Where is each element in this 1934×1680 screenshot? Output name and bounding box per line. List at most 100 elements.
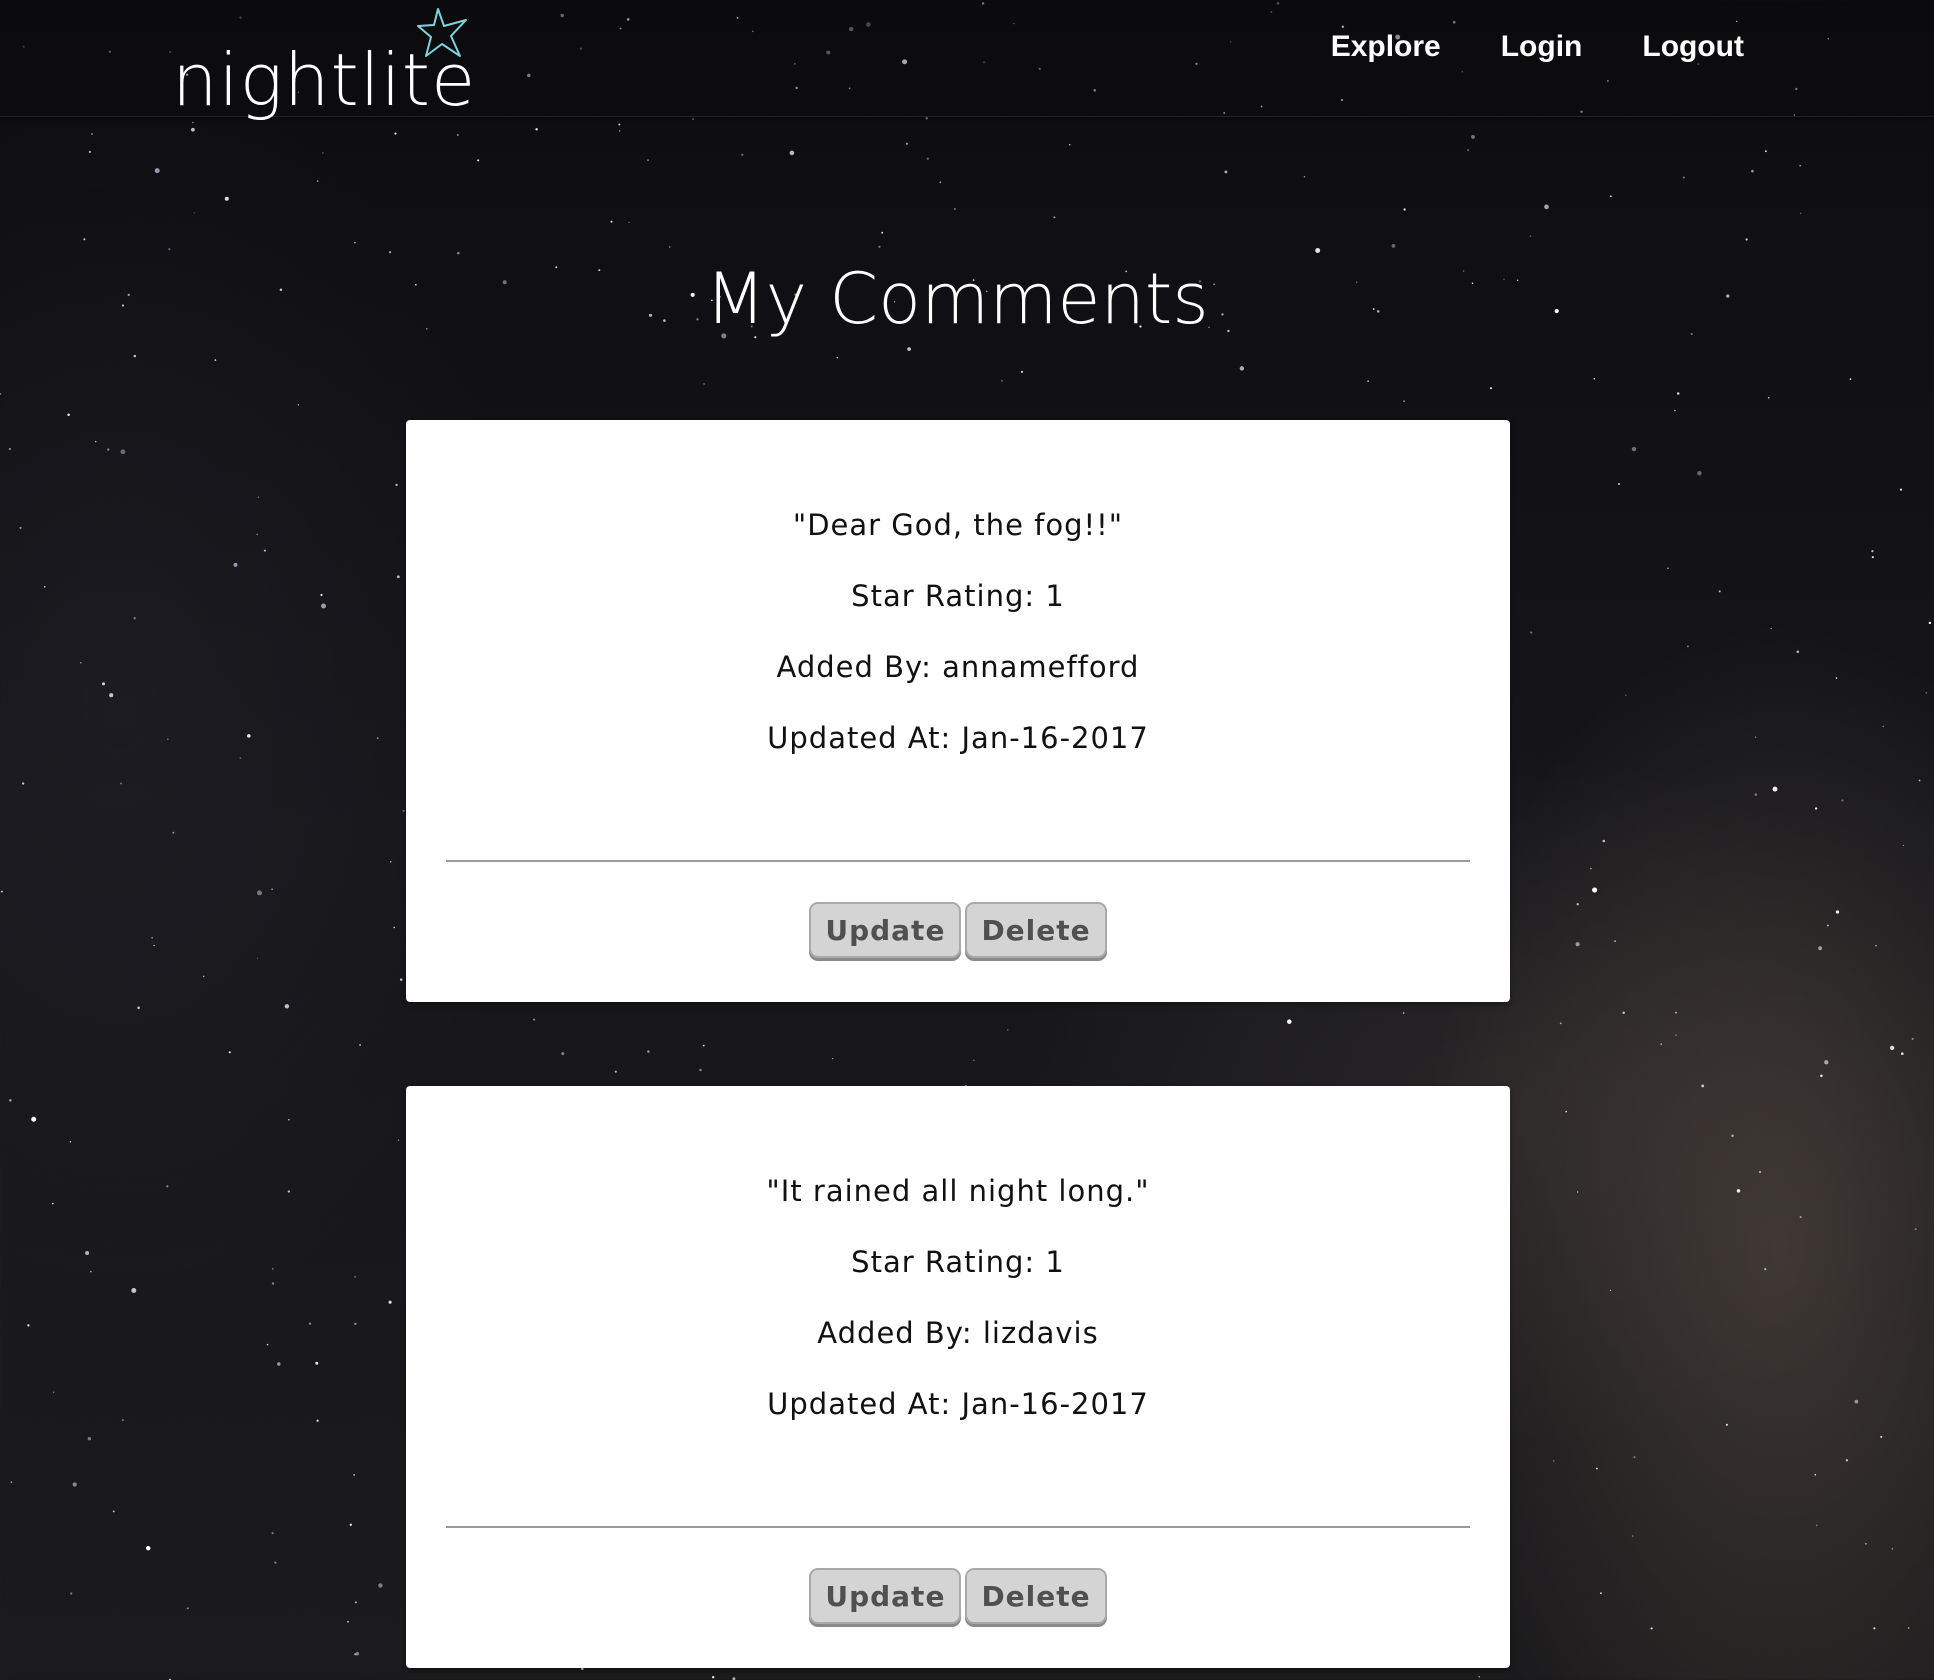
star [376,737,379,739]
page-title: My Comments [705,258,1209,340]
star [789,150,795,156]
star [43,585,46,588]
star [1599,1592,1602,1595]
star [70,1592,73,1595]
star [647,159,649,161]
star [288,1119,290,1121]
star [166,1185,169,1188]
star [354,1653,357,1656]
updated-at: Updated At: Jan-16-2017 [767,721,1149,755]
star [228,1051,231,1054]
star [145,1545,151,1551]
star [322,152,324,154]
star [354,1276,356,1278]
star [1827,924,1829,927]
star [1835,910,1840,914]
main-nav: Explore Login Logout [1331,30,1744,64]
star [315,1361,319,1365]
star [1701,1084,1705,1088]
star [741,153,744,156]
star [905,142,908,145]
star [1799,212,1802,215]
star [1530,631,1533,634]
star [1682,176,1685,179]
star [1751,169,1754,173]
star [1592,887,1598,893]
nav-logout-link[interactable]: Logout [1642,30,1744,64]
star [120,782,122,785]
star [1391,244,1396,248]
star [393,926,396,929]
star [1593,378,1596,380]
star [618,130,621,132]
star [1565,1110,1567,1113]
star [284,1004,290,1009]
star [1818,946,1823,951]
star [1891,1548,1894,1550]
star [1770,627,1772,630]
star [1899,488,1903,491]
star-rating: Star Rating: 1 [851,1245,1065,1279]
star [939,181,942,184]
star [274,1561,277,1564]
star [1602,839,1606,843]
star [1367,380,1369,382]
star [193,212,195,214]
nav-explore-link[interactable]: Explore [1331,30,1441,64]
star [19,526,22,529]
star [233,562,238,567]
nav-login-link[interactable]: Login [1501,30,1583,64]
star [320,593,323,597]
star [308,1322,312,1325]
star [8,447,11,451]
brand-logo[interactable]: nightlite [170,8,490,124]
star [394,132,397,135]
star [1882,725,1885,728]
star [1618,483,1620,485]
comment-details: "It rained all night long." Star Rating:… [406,1156,1510,1440]
star [51,1202,54,1205]
star [1745,238,1748,241]
star [80,661,82,664]
star [112,1510,115,1513]
star [349,1523,352,1526]
star [94,440,97,443]
star [1001,380,1003,382]
star [120,449,126,455]
star [1471,134,1475,139]
star [878,245,881,248]
star [457,251,460,255]
star [224,196,229,201]
star [266,1343,269,1346]
star [395,483,398,487]
star [703,383,705,385]
star [402,809,405,812]
star [1864,1542,1867,1545]
star [320,603,327,609]
delete-button[interactable]: Delete [965,902,1107,958]
star [287,1190,290,1193]
star [1553,1460,1555,1462]
star [151,936,153,939]
star [396,575,400,579]
star [0,890,3,893]
update-button[interactable]: Update [809,902,962,958]
update-button[interactable]: Update [809,1568,962,1624]
star [354,1601,357,1604]
star [1799,1216,1802,1218]
star [1871,549,1874,553]
star [101,682,106,686]
star [1824,1060,1829,1065]
star [1609,1289,1612,1292]
star [202,975,205,978]
star [153,944,155,947]
star [1544,204,1549,210]
star [354,1322,357,1326]
star [186,1607,189,1610]
delete-button[interactable]: Delete [965,1568,1107,1624]
comment-text: "Dear God, the fog!!" [792,508,1124,542]
star [83,238,86,241]
star [1718,590,1721,593]
star [31,1116,37,1122]
star [1609,195,1612,198]
